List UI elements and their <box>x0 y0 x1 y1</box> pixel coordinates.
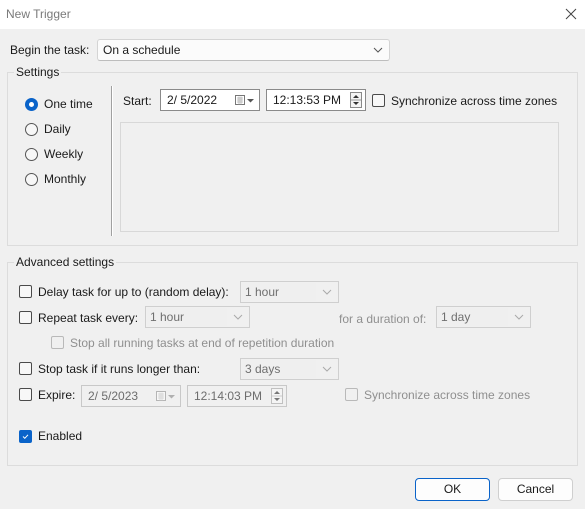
expire-sync-checkbox[interactable] <box>345 388 358 401</box>
stop-if-longer-value: 3 days <box>245 362 281 376</box>
sync-time-zones-label[interactable]: Synchronize across time zones <box>391 94 557 108</box>
start-time-value: 12:13:53 PM <box>273 93 342 107</box>
chevron-down-icon <box>514 314 524 320</box>
begin-task-value: On a schedule <box>103 43 181 57</box>
close-button[interactable] <box>562 5 580 23</box>
checkbox-indicator <box>19 311 32 324</box>
expire-label[interactable]: Expire: <box>38 388 75 402</box>
radio-daily[interactable] <box>25 123 38 136</box>
close-icon <box>565 8 577 20</box>
delay-duration-value: 1 hour <box>245 285 280 299</box>
vertical-separator <box>111 86 113 236</box>
expire-checkbox[interactable] <box>19 388 32 401</box>
checkbox-indicator <box>51 336 64 349</box>
delay-task-label[interactable]: Delay task for up to (random delay): <box>38 285 229 299</box>
radio-indicator <box>25 98 38 111</box>
expire-time-picker[interactable]: 12:14:03 PM <box>187 385 287 407</box>
enabled-checkbox[interactable] <box>19 430 32 443</box>
repeat-duration-value: 1 day <box>441 310 471 324</box>
expire-date-value: 2/ 5/2023 <box>88 389 139 403</box>
delay-task-checkbox[interactable] <box>19 285 32 298</box>
expire-sync-label[interactable]: Synchronize across time zones <box>364 388 530 402</box>
chevron-down-icon <box>322 366 332 372</box>
chevron-down-icon <box>322 289 332 295</box>
radio-monthly-label[interactable]: Monthly <box>44 172 86 186</box>
title-bar <box>0 0 585 29</box>
window-title: New Trigger <box>6 7 71 21</box>
repeat-duration-select[interactable]: 1 day <box>436 306 531 328</box>
radio-indicator <box>25 123 38 136</box>
begin-task-label: Begin the task: <box>10 43 90 57</box>
stop-all-running-checkbox[interactable] <box>51 336 64 349</box>
checkbox-indicator <box>345 388 358 401</box>
repeat-task-checkbox[interactable] <box>19 311 32 324</box>
settings-legend: Settings <box>14 65 62 79</box>
sync-time-zones-checkbox[interactable] <box>372 94 385 107</box>
calendar-dropdown-icon[interactable] <box>235 95 255 106</box>
spin-up-down-icon <box>272 391 282 401</box>
ok-button[interactable]: OK <box>415 478 490 501</box>
radio-indicator <box>25 173 38 186</box>
time-spinner[interactable] <box>350 92 362 108</box>
start-date-picker[interactable]: 2/ 5/2022 <box>160 89 260 111</box>
checkbox-indicator <box>19 362 32 375</box>
stop-if-longer-label[interactable]: Stop task if it runs longer than: <box>38 362 200 376</box>
enabled-label[interactable]: Enabled <box>38 429 82 443</box>
checkbox-indicator <box>19 388 32 401</box>
start-label: Start: <box>123 94 152 108</box>
expire-time-value: 12:14:03 PM <box>194 389 263 403</box>
calendar-dropdown-icon[interactable] <box>156 391 176 402</box>
radio-indicator <box>25 148 38 161</box>
radio-weekly-label[interactable]: Weekly <box>44 147 83 161</box>
checkbox-indicator <box>19 430 32 443</box>
radio-one-time[interactable] <box>25 98 38 111</box>
radio-one-time-label[interactable]: One time <box>44 97 93 111</box>
recurrence-details-panel <box>120 122 559 232</box>
stop-if-longer-select[interactable]: 3 days <box>240 358 339 380</box>
radio-daily-label[interactable]: Daily <box>44 122 71 136</box>
expire-date-picker[interactable]: 2/ 5/2023 <box>81 385 181 407</box>
cancel-button[interactable]: Cancel <box>498 478 573 501</box>
delay-duration-select[interactable]: 1 hour <box>240 281 339 303</box>
stop-if-longer-checkbox[interactable] <box>19 362 32 375</box>
begin-task-select[interactable]: On a schedule <box>97 39 390 61</box>
repeat-interval-value: 1 hour <box>150 310 185 324</box>
chevron-down-icon <box>373 47 383 53</box>
checkbox-indicator <box>19 285 32 298</box>
advanced-settings-legend: Advanced settings <box>14 255 117 269</box>
chevron-down-icon <box>233 314 243 320</box>
spin-up-down-icon <box>351 95 361 105</box>
time-spinner[interactable] <box>271 388 283 404</box>
repeat-interval-select[interactable]: 1 hour <box>145 306 250 328</box>
start-date-value: 2/ 5/2022 <box>167 93 218 107</box>
start-time-picker[interactable]: 12:13:53 PM <box>266 89 366 111</box>
stop-all-running-label[interactable]: Stop all running tasks at end of repetit… <box>70 336 334 350</box>
radio-weekly[interactable] <box>25 148 38 161</box>
repeat-task-label[interactable]: Repeat task every: <box>38 311 138 325</box>
duration-label: for a duration of: <box>339 312 427 326</box>
radio-monthly[interactable] <box>25 173 38 186</box>
checkmark-icon <box>22 434 29 440</box>
checkbox-indicator <box>372 94 385 107</box>
